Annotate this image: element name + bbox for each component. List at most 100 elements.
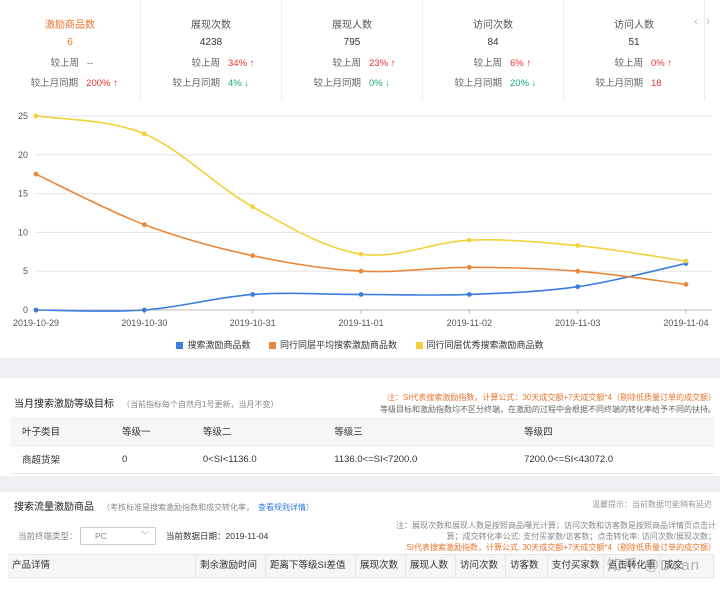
metric-row-value: 0% ↑ xyxy=(651,58,673,69)
target-notes: 注：SI代表搜索激励指数，计算公式：30天成交额+7天成交额*4（剔除低质量订单… xyxy=(380,392,716,416)
metric-title: 访问次数 xyxy=(473,20,513,31)
metric-row-label: 较上月同期 xyxy=(313,78,361,89)
y-tick-label: 5 xyxy=(23,266,28,276)
metric-row-value: 20% ↓ xyxy=(510,78,537,89)
section-divider xyxy=(0,358,720,378)
data-point xyxy=(575,243,581,248)
data-point xyxy=(250,292,256,297)
metric-value: 795 xyxy=(343,37,361,48)
terminal-filter-label: 当前终端类型： xyxy=(18,531,78,541)
section-title: 搜索流量激励商品 （考核标准是搜索激励指数和成交转化率， 查看规则详情） xyxy=(14,498,314,513)
metric-row-label: 较上周 xyxy=(614,58,643,69)
metrics-row: 激励商品数 6 较上周 -- 较上月同期 200% ↑ 展现次数 4238 较上周 3… xyxy=(0,0,720,100)
legend-label: 同行同层优秀搜索激励商品数 xyxy=(426,340,544,350)
data-point xyxy=(466,264,472,270)
legend-item-search-incentive[interactable]: 搜索激励商品数 xyxy=(176,338,250,351)
section-title-text: 搜索流量激励商品 xyxy=(14,502,94,513)
metric-title: 激励商品数 xyxy=(45,20,95,31)
metric-row-value: -- xyxy=(87,58,94,69)
metric-nav: ‹ › xyxy=(686,14,710,28)
metric-row-value: 6% ↑ xyxy=(510,58,532,69)
table-cell: 7200.0<=SI<43072.0 xyxy=(512,445,714,474)
section-divider xyxy=(0,476,720,492)
metric-row-value: 200% ↑ xyxy=(86,78,118,89)
note-line: 算；成交转化率公式: 支付买家数/访客数；点击转化率: 访问次数/展现次数； xyxy=(446,532,716,541)
metric-card-visitors[interactable]: 访问人数 51 较上周 0% ↑ 较上月同期 18 xyxy=(564,0,705,100)
data-point xyxy=(141,131,147,137)
data-point xyxy=(33,113,39,119)
product-notes: 注：展现次数和展现人数是按照商品曝光计算；访问次数和访客数是按照商品详情页点击计… xyxy=(396,520,716,553)
line-chart-svg: 0 5 10 15 20 25 2019-10-29 2019-10-30 2019-10-31… xyxy=(13,111,712,328)
table-cell: 1136.0<=SI<7200.0 xyxy=(322,445,513,474)
metric-value: 51 xyxy=(628,37,640,48)
data-point xyxy=(358,292,364,297)
metric-card-impressions[interactable]: 展现次数 4238 较上周 34% ↑ 较上月同期 4% ↓ xyxy=(141,0,282,100)
column-header[interactable]: 产品详情 xyxy=(8,555,196,577)
note-line: 注：展现次数和展现人数是按照商品曝光计算；访问次数和访客数是按照商品详情页点击计 xyxy=(396,521,716,530)
legend-item-peer-average[interactable]: 同行同层平均搜索激励商品数 xyxy=(268,338,397,351)
metric-row-value: 0% ↓ xyxy=(369,78,391,89)
column-header[interactable]: 剩余激励时间 xyxy=(196,555,266,577)
table-header: 等级二 xyxy=(190,417,323,446)
metric-card-visits[interactable]: 访问次数 84 较上周 6% ↑ 较上月同期 20% ↓ xyxy=(423,0,564,100)
rules-detail-link[interactable]: 查看规则详情 xyxy=(258,503,306,512)
legend-swatch xyxy=(176,342,184,350)
table-cell: 商超货架 xyxy=(10,445,110,474)
metric-title: 展现次数 xyxy=(191,20,231,31)
data-point xyxy=(250,253,256,259)
metric-row-value: 34% ↑ xyxy=(228,58,255,69)
legend-item-peer-excellent[interactable]: 同行同层优秀搜索激励商品数 xyxy=(415,338,544,351)
x-tick-label: 2019-10-29 xyxy=(13,318,59,328)
metric-title: 访问人数 xyxy=(614,20,654,31)
chevron-right-icon[interactable]: › xyxy=(706,14,710,28)
metric-card-impression-users[interactable]: 展现人数 795 较上周 23% ↑ 较上月同期 0% ↓ xyxy=(282,0,423,100)
metric-row-value: 18 xyxy=(651,78,662,89)
x-tick-label: 2019-11-01 xyxy=(338,318,383,328)
data-point xyxy=(141,222,147,228)
terminal-select-value: PC xyxy=(95,531,107,541)
table-cell: 0<SI<1136.0 xyxy=(190,445,323,474)
series-line xyxy=(35,115,687,262)
metric-value: 84 xyxy=(487,37,499,48)
table-header: 等级三 xyxy=(322,417,513,446)
legend-label: 搜索激励商品数 xyxy=(187,340,251,350)
data-point xyxy=(250,204,256,210)
data-point xyxy=(466,292,472,297)
y-tick-label: 15 xyxy=(18,189,28,199)
y-tick-label: 25 xyxy=(18,111,28,121)
column-header[interactable]: 距离下等级SI差值 xyxy=(266,555,356,577)
data-point xyxy=(33,307,39,313)
column-header[interactable]: 访客数 xyxy=(506,555,548,577)
data-point xyxy=(141,307,147,313)
metric-row-label: 较上周 xyxy=(332,58,361,69)
chevron-left-icon[interactable]: ‹ xyxy=(694,14,698,28)
chevron-down-icon: ﹀ xyxy=(141,531,149,540)
column-header[interactable]: 支付买家数 xyxy=(548,555,604,577)
column-header[interactable]: 访问次数 xyxy=(456,555,506,577)
terminal-select[interactable]: PC ﹀ xyxy=(80,527,156,545)
metric-row-value: 23% ↑ xyxy=(369,58,396,69)
metric-row-label: 较上周 xyxy=(191,58,220,69)
x-tick-label: 2019-11-04 xyxy=(663,318,708,328)
trend-chart: 0 5 10 15 20 25 2019-10-29 2019-10-30 2019-10-31… xyxy=(0,100,720,358)
data-date-label: 当前数据日期：2019-11-04 xyxy=(166,531,269,541)
section-title-text: 当月搜索激励等级目标 xyxy=(14,399,114,410)
y-tick-label: 20 xyxy=(18,150,28,160)
metric-title: 展现人数 xyxy=(332,20,372,31)
table-header: 叶子类目 xyxy=(10,417,110,446)
watermark: 知乎 @Dean xyxy=(606,557,700,574)
data-point xyxy=(575,284,581,290)
data-point xyxy=(683,258,689,264)
section-subtitle: （当前指标每个自然月1号更新，当月不变） xyxy=(122,400,279,409)
metric-card-incentive-products[interactable]: 激励商品数 6 较上周 -- 较上月同期 200% ↑ xyxy=(0,0,141,100)
column-header[interactable]: 展现次数 xyxy=(356,555,406,577)
target-table: 叶子类目 等级一 等级二 等级三 等级四 商超货架 0 0<SI<1136.0 … xyxy=(10,417,714,474)
chart-legend: 搜索激励商品数 同行同层平均搜索激励商品数 同行同层优秀搜索激励商品数 xyxy=(0,338,720,351)
metric-row-label: 较上月同期 xyxy=(454,78,502,89)
column-header[interactable]: 展现人数 xyxy=(406,555,456,577)
si-formula-note: 注：SI代表搜索激励指数，计算公式：30天成交额+7天成交额*4（剔除低质量订单… xyxy=(386,393,716,402)
series-line xyxy=(35,173,687,286)
x-tick-label: 2019-10-30 xyxy=(121,318,167,328)
table-row: 商超货架 0 0<SI<1136.0 1136.0<=SI<7200.0 720… xyxy=(10,445,714,474)
incentive-products-section: 搜索流量激励商品 （考核标准是搜索激励指数和成交转化率， 查看规则详情） 温馨提示：… xyxy=(0,492,720,594)
